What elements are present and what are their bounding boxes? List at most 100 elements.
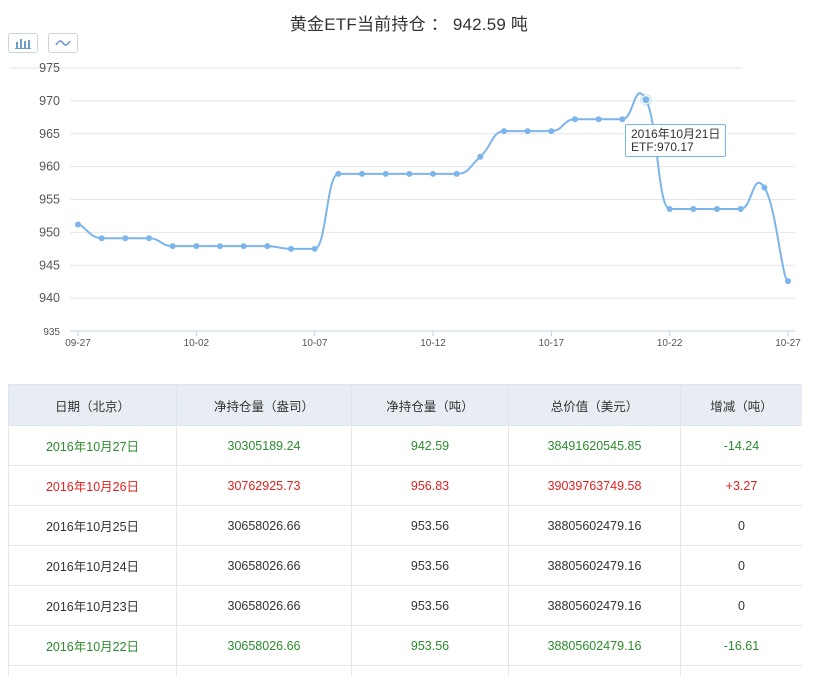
line-chart-icon [55, 40, 71, 46]
series-line [77, 92, 789, 283]
data-point [524, 128, 531, 135]
table-row: 2016年10月25日 30658026.66 953.56 38805602479.… [8, 505, 802, 546]
table-cell: 2016年10月22日 [8, 625, 177, 666]
page-title: 黄金ETF当前持仓 ： 942.59 吨 [289, 15, 529, 34]
x-tick-label: 10-17 [539, 338, 565, 349]
tooltip-value: ETF:970.17 [631, 140, 694, 154]
column-header: 日期（北京） [8, 384, 177, 426]
data-point [335, 170, 342, 177]
data-point [430, 170, 436, 177]
y-tick-label: 950 [39, 225, 60, 239]
data-point [288, 245, 294, 252]
table-cell: 2016年10月23日 [8, 585, 177, 626]
table-cell: 970.17 [351, 665, 509, 676]
column-header: 净持仓量（吨） [351, 384, 509, 426]
table-cell: 38805602479.16 [508, 505, 681, 546]
data-point [501, 128, 507, 135]
table-row: 2016年10月21日31192081.36970.1739656850764.… [8, 665, 802, 676]
table-cell: 39039763749.58 [508, 465, 681, 506]
x-tick-label: 10-02 [184, 338, 210, 349]
data-point [477, 153, 484, 160]
table-cell: 30658026.66 [176, 625, 352, 666]
line-chart-button[interactable] [48, 33, 78, 53]
data-point [122, 235, 129, 242]
etf-line-chart: 935 940 945 950 955 960 965 970 975 09-27 10-02 10… [10, 61, 801, 349]
y-tick-label: 955 [39, 193, 60, 207]
x-tick-label: 10-27 [775, 338, 801, 349]
data-point [75, 221, 81, 228]
data-point [359, 170, 365, 177]
table-cell: 0 [680, 585, 802, 626]
x-tick-label: 10-22 [657, 338, 683, 349]
table-cell: +3.27 [680, 465, 802, 506]
data-point [572, 116, 578, 123]
table-cell: 31192081.36 [176, 665, 352, 676]
data-point [169, 243, 176, 250]
table-cell: 38491620545.85 [508, 425, 681, 466]
data-point [98, 235, 105, 242]
data-point [548, 128, 555, 135]
table-cell: 38805602479.16 [508, 585, 681, 626]
data-point-highlight [641, 95, 651, 105]
table-cell: 953.56 [351, 585, 509, 626]
table-cell: 953.56 [351, 625, 509, 666]
y-tick-label: 935 [43, 327, 60, 338]
column-header: 总价值（美元） [508, 384, 681, 426]
data-point [666, 205, 673, 212]
table-cell: 30658026.66 [176, 545, 352, 586]
table-cell: 30305189.24 [176, 425, 352, 466]
table-cell: 2016年10月27日 [8, 425, 177, 466]
table-cell: 956.83 [351, 465, 509, 506]
y-tick-label: 975 [39, 61, 60, 75]
data-point [737, 205, 744, 212]
table-cell: 38805602479.16 [508, 545, 681, 586]
data-point [595, 116, 602, 123]
table-cell: -14.24 [680, 425, 802, 466]
table-cell: 38805602479.16 [508, 625, 681, 666]
bar-chart-icon [15, 39, 31, 49]
data-point [453, 170, 460, 177]
table-cell: +2.96 [680, 665, 802, 676]
data-point [690, 205, 697, 212]
x-tick-label: 10-07 [302, 338, 328, 349]
table-cell: 953.56 [351, 505, 509, 546]
table-row: 2016年10月22日 30658026.66 953.56 38805602479.… [8, 625, 802, 666]
bar-chart-button[interactable] [8, 33, 38, 53]
data-point [240, 243, 247, 250]
data-point [761, 184, 768, 191]
table-cell: 2016年10月26日 [8, 465, 177, 506]
data-point [785, 278, 791, 285]
data-point [217, 243, 223, 250]
table-cell: 2016年10月24日 [8, 545, 177, 586]
table-cell: 0 [680, 545, 802, 586]
data-point [264, 243, 271, 250]
y-tick-label: 940 [39, 291, 60, 305]
table-row: 2016年10月24日 30658026.66 953.56 38805602479.… [8, 545, 802, 586]
y-tick-label: 960 [39, 160, 60, 174]
table-row: 2016年10月27日 30305189.24 942.59 38491620545.… [8, 425, 802, 466]
column-header: 净持仓量（盎司） [176, 384, 352, 426]
holdings-table: 日期（北京） 净持仓量（盎司） 净持仓量（吨） 总价值（美元） 增减（吨） 2016年1… [8, 384, 802, 676]
data-point [193, 243, 200, 250]
table-cell: 30762925.73 [176, 465, 352, 506]
table-cell: 39656850764.00 [508, 665, 681, 676]
holdings-table-container: 日期（北京） 净持仓量（盎司） 净持仓量（吨） 总价值（美元） 增减（吨） 2016年1… [8, 384, 802, 676]
table-cell: 942.59 [351, 425, 509, 466]
data-point [714, 205, 720, 212]
table-cell: 2016年10月21日 [8, 665, 177, 676]
data-point [619, 116, 626, 123]
x-tick-label: 10-12 [420, 338, 446, 349]
table-cell: 2016年10月25日 [8, 505, 177, 546]
column-header: 增减（吨） [680, 384, 802, 426]
table-cell: 0 [680, 505, 802, 546]
table-cell: -16.61 [680, 625, 802, 666]
y-tick-label: 970 [39, 94, 60, 108]
table-row: 2016年10月23日 30658026.66 953.56 38805602479.… [8, 585, 802, 626]
data-point [146, 235, 152, 242]
y-tick-label: 965 [39, 127, 60, 141]
table-header-row: 日期（北京） 净持仓量（盎司） 净持仓量（吨） 总价值（美元） 增减（吨） [8, 384, 802, 426]
data-point [406, 170, 413, 177]
table-cell: 30658026.66 [176, 505, 352, 546]
x-tick-label: 09-27 [65, 338, 91, 349]
table-cell: 953.56 [351, 545, 509, 586]
